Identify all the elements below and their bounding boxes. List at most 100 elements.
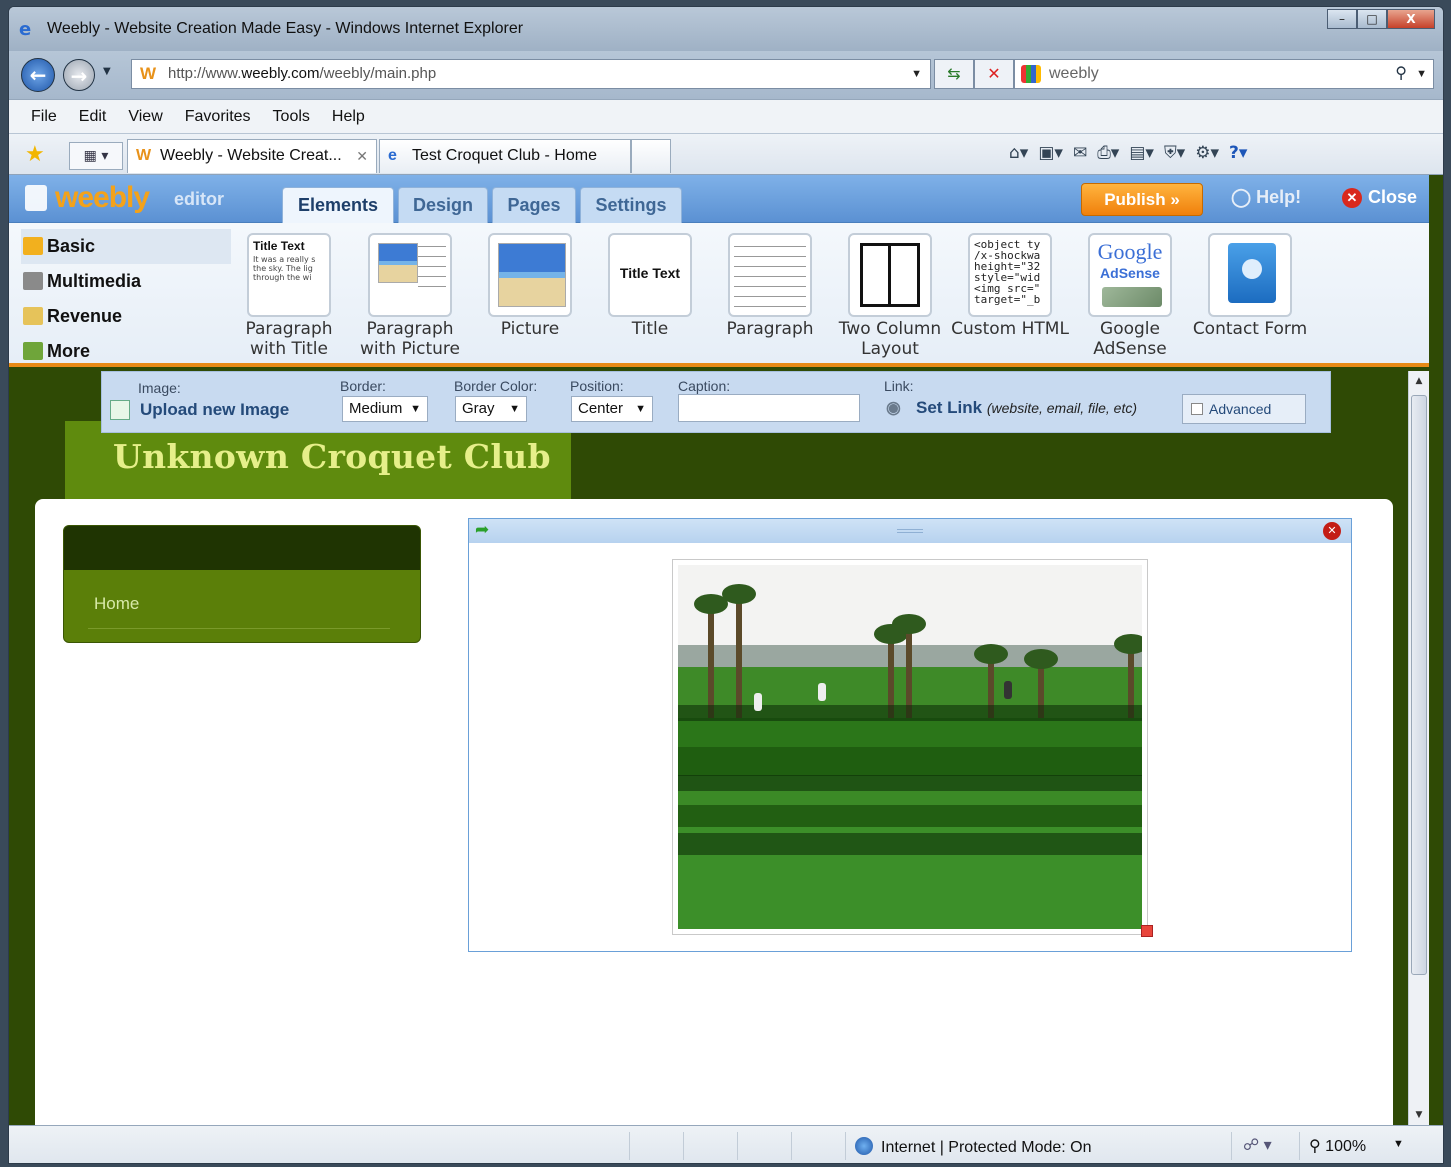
vertical-scrollbar[interactable]: ▲ ▼ xyxy=(1408,371,1429,1125)
border-color-select[interactable]: Gray ▼ xyxy=(455,396,527,422)
stop-icon[interactable]: ✕ xyxy=(974,59,1014,89)
menu-bar: File Edit View Favorites Tools Help xyxy=(9,99,1443,133)
category-more[interactable]: More xyxy=(21,334,231,369)
advanced-checkbox[interactable] xyxy=(1191,403,1203,415)
tab-close-icon[interactable]: ✕ xyxy=(356,140,368,172)
feeds-icon[interactable]: ▣▾ xyxy=(1038,143,1063,163)
zoom-level[interactable]: ⚲ 100% xyxy=(1309,1136,1366,1156)
help-label: Help! xyxy=(1256,187,1302,207)
forward-button[interactable]: → xyxy=(63,59,95,91)
url-prefix: http://www. xyxy=(168,65,242,82)
upload-image-button[interactable]: Upload new Image xyxy=(110,400,289,420)
element-google-adsense[interactable]: Google AdSense Google AdSense xyxy=(1070,233,1190,363)
menu-favorites[interactable]: Favorites xyxy=(185,108,251,126)
tab-croquet-club[interactable]: e Test Croquet Club - Home xyxy=(379,139,631,173)
security-zone[interactable]: Internet | Protected Mode: On xyxy=(855,1137,1092,1157)
thumb-code: <object ty /x-shockwa height="32 style="… xyxy=(974,238,1041,306)
tab-elements[interactable]: Elements xyxy=(282,187,394,225)
site-body: Home ➦ ✕ xyxy=(35,499,1393,1125)
nav-item-home[interactable]: Home xyxy=(94,594,139,614)
delete-element-icon[interactable]: ✕ xyxy=(1323,522,1341,540)
element-paragraph[interactable]: Paragraph xyxy=(710,233,830,363)
menu-help[interactable]: Help xyxy=(332,108,365,126)
search-provider-icon xyxy=(1021,65,1041,83)
recent-pages-dropdown[interactable]: ▼ xyxy=(103,66,111,77)
tab-design[interactable]: Design xyxy=(398,187,488,224)
element-contact-form[interactable]: Contact Form xyxy=(1190,233,1310,363)
element-two-column-layout[interactable]: Two Column Layout xyxy=(830,233,950,363)
close-window-button[interactable]: X xyxy=(1387,9,1435,29)
element-label: Title xyxy=(631,319,669,339)
element-handle-bar[interactable]: ➦ ✕ xyxy=(469,519,1351,543)
search-input[interactable]: weebly ⚲ ▼ xyxy=(1014,59,1434,89)
tab-weebly[interactable]: W Weebly - Website Creat... ✕ xyxy=(127,139,377,173)
border-color-label: Border Color: xyxy=(454,378,538,394)
quick-tabs-button[interactable]: ▦ ▾ xyxy=(69,142,123,170)
new-tab-button[interactable] xyxy=(631,139,671,173)
tab-settings[interactable]: Settings xyxy=(580,187,682,224)
contact-form-thumbnail xyxy=(1208,233,1292,317)
resize-handle[interactable] xyxy=(1141,925,1153,937)
help-link[interactable]: ◯ Help! xyxy=(1231,187,1301,208)
mail-icon[interactable]: ✉ xyxy=(1073,143,1087,163)
address-bar[interactable]: W http://www.weebly.com/weebly/main.php … xyxy=(131,59,931,89)
custom-html-thumbnail: <object ty /x-shockwa height="32 style="… xyxy=(968,233,1052,317)
scroll-thumb[interactable] xyxy=(1411,395,1427,975)
border-select[interactable]: Medium ▼ xyxy=(342,396,428,422)
tab-pages[interactable]: Pages xyxy=(492,187,576,224)
scroll-up-icon[interactable]: ▲ xyxy=(1409,371,1429,391)
drag-grip-icon[interactable] xyxy=(897,529,923,533)
category-multimedia[interactable]: Multimedia xyxy=(21,264,231,299)
menu-edit[interactable]: Edit xyxy=(79,108,107,126)
border-value: Medium xyxy=(349,400,403,417)
address-dropdown-icon[interactable]: ▼ xyxy=(911,60,922,88)
caption-input[interactable] xyxy=(678,394,860,422)
category-list: Basic Multimedia Revenue More xyxy=(21,229,231,369)
help-icon[interactable]: ?▾ xyxy=(1229,143,1247,163)
minimize-button[interactable]: – xyxy=(1327,9,1357,29)
element-label: Google AdSense xyxy=(1093,319,1167,359)
croquet-lawn-photo[interactable] xyxy=(678,565,1142,929)
elements-palette: Basic Multimedia Revenue More Title Text… xyxy=(9,223,1429,367)
picture-element[interactable]: ➦ ✕ xyxy=(468,518,1352,952)
search-icon[interactable]: ⚲ xyxy=(1395,60,1407,88)
set-link-button[interactable]: ◉ Set Link (website, email, file, etc) xyxy=(886,398,1137,418)
position-value: Center xyxy=(578,400,624,417)
back-button[interactable]: ← xyxy=(21,58,55,92)
element-paragraph-with-title[interactable]: Title Text It was a really s the sky. Th… xyxy=(229,233,349,363)
menu-tools[interactable]: Tools xyxy=(273,108,310,126)
weebly-logo-icon xyxy=(25,185,47,211)
scroll-down-icon[interactable]: ▼ xyxy=(1409,1105,1429,1125)
element-custom-html[interactable]: <object ty /x-shockwa height="32 style="… xyxy=(950,233,1070,363)
category-label: More xyxy=(47,341,91,361)
element-paragraph-with-picture[interactable]: Paragraph with Picture xyxy=(350,233,470,363)
maximize-button[interactable]: □ xyxy=(1357,9,1387,29)
menu-file[interactable]: File xyxy=(31,108,57,126)
home-icon[interactable]: ⌂▾ xyxy=(1009,143,1028,163)
logo-subtitle: editor xyxy=(174,189,225,209)
address-row: ← → ▼ W http://www.weebly.com/weebly/mai… xyxy=(9,51,1443,99)
close-editor-button[interactable]: ✕ Close xyxy=(1342,187,1417,208)
command-bar: ⌂▾ ▣▾ ✉ ⎙▾ ▤▾ ⛨▾ ⚙▾ ?▾ xyxy=(1009,143,1247,163)
search-options-icon[interactable]: ▼ xyxy=(1416,60,1427,88)
menu-view[interactable]: View xyxy=(128,108,162,126)
zoom-dropdown-icon[interactable]: ▼ xyxy=(1393,1138,1404,1150)
move-arrow-icon[interactable]: ➦ xyxy=(475,520,489,540)
player xyxy=(754,693,762,711)
favorites-star-icon[interactable]: ★ xyxy=(25,142,45,167)
safety-icon[interactable]: ⛨▾ xyxy=(1164,143,1185,163)
position-select[interactable]: Center ▼ xyxy=(571,396,653,422)
advanced-button[interactable]: Advanced xyxy=(1182,394,1306,424)
security-lock-icon[interactable]: ☍ ▾ xyxy=(1243,1135,1272,1155)
site-title[interactable]: Unknown Croquet Club xyxy=(113,437,551,476)
refresh-icon[interactable]: ⇆ xyxy=(934,59,974,89)
publish-button[interactable]: Publish » xyxy=(1081,183,1203,216)
element-label: Two Column Layout xyxy=(838,319,942,359)
category-revenue[interactable]: Revenue xyxy=(21,299,231,334)
element-picture[interactable]: Picture xyxy=(470,233,590,363)
tools-icon[interactable]: ⚙▾ xyxy=(1195,143,1219,163)
print-icon[interactable]: ⎙▾ xyxy=(1097,143,1119,163)
category-basic[interactable]: Basic xyxy=(21,229,231,264)
page-icon[interactable]: ▤▾ xyxy=(1129,143,1154,163)
element-title[interactable]: Title Text Title xyxy=(590,233,710,363)
